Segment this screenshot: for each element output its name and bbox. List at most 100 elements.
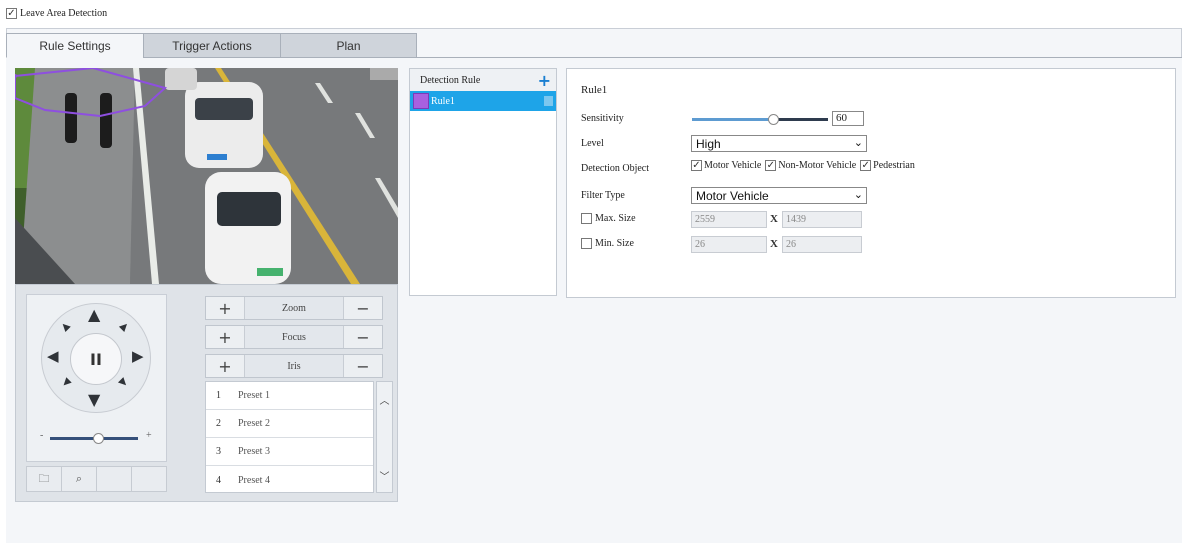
- iris-label: Iris: [244, 355, 344, 377]
- chevron-down-icon[interactable]: ﹀: [377, 466, 392, 484]
- preset-list: 1 Preset 1 2 Preset 2 3 Preset 3 4 Preset 4: [205, 381, 374, 493]
- focus-out-button[interactable]: −: [344, 326, 382, 348]
- max-size-label: Max. Size: [595, 213, 636, 224]
- speed-thumb[interactable]: [93, 433, 104, 444]
- tab-label: Plan: [336, 38, 361, 53]
- toolbar-button-3[interactable]: [97, 467, 132, 491]
- max-width-field[interactable]: 2559: [691, 211, 767, 228]
- sensitivity-input[interactable]: 60: [832, 111, 864, 126]
- list-item[interactable]: 2 Preset 2: [206, 410, 373, 438]
- preset-number: 2: [216, 418, 221, 429]
- max-size-checkbox[interactable]: [581, 213, 592, 224]
- focus-control: + Focus −: [205, 325, 383, 349]
- min-size-checkbox[interactable]: [581, 238, 592, 249]
- non-motor-vehicle-checkbox[interactable]: ✓: [765, 160, 777, 171]
- option-label: Non-Motor Vehicle: [778, 160, 857, 171]
- motor-vehicle-checkbox[interactable]: ✓: [691, 160, 702, 171]
- filter-type-value: Motor Vehicle: [696, 188, 769, 203]
- zoom-out-button[interactable]: −: [344, 297, 382, 319]
- zoom-area-icon[interactable]: ⌕: [62, 467, 97, 491]
- preset-name: Preset 3: [238, 446, 270, 457]
- iris-control: + Iris −: [205, 354, 383, 378]
- preset-name: Preset 4: [238, 474, 270, 486]
- traffic-scene-image: [15, 68, 398, 284]
- leave-area-detection-toggle[interactable]: ✓ Leave Area Detection: [6, 8, 107, 19]
- list-item[interactable]: 1 Preset 1: [206, 382, 373, 410]
- detection-rule-header: Detection Rule +: [410, 69, 556, 91]
- option-label: Pedestrian: [873, 160, 915, 171]
- option-label: Motor Vehicle: [704, 160, 762, 171]
- leave-area-detection-label: Leave Area Detection: [20, 8, 108, 19]
- min-width-field[interactable]: 26: [691, 236, 767, 253]
- motor-vehicle-option[interactable]: ✓ Motor Vehicle: [691, 160, 761, 171]
- filter-type-label: Filter Type: [581, 190, 625, 201]
- level-label: Level: [581, 138, 604, 149]
- ptz-bottom-toolbar: 🗀 ⌕: [26, 466, 167, 492]
- level-value: High: [696, 136, 721, 151]
- rule-color-swatch[interactable]: [413, 93, 429, 109]
- filter-type-select[interactable]: Motor Vehicle ⌄: [691, 187, 867, 204]
- speed-min-label: -: [40, 430, 44, 441]
- tab-trigger-actions[interactable]: Trigger Actions: [143, 33, 281, 58]
- rule-list-item[interactable]: Rule1: [410, 91, 556, 111]
- preset-number: 4: [216, 474, 221, 486]
- zoom-in-button[interactable]: +: [206, 297, 244, 319]
- size-separator: X: [770, 238, 778, 250]
- down-arrow-icon[interactable]: ▼: [88, 392, 100, 408]
- detection-object-label: Detection Object: [581, 163, 650, 174]
- sensitivity-slider[interactable]: [692, 113, 828, 125]
- pause-button[interactable]: II: [70, 333, 122, 385]
- toolbar-button-4[interactable]: [132, 467, 166, 491]
- rule-title: Rule1: [581, 84, 608, 96]
- chevron-down-icon: ⌄: [853, 136, 863, 149]
- sensitivity-thumb[interactable]: [768, 114, 779, 125]
- preset-scrollbar[interactable]: ︿ ﹀: [376, 381, 393, 493]
- iris-open-button[interactable]: +: [206, 355, 244, 377]
- detection-rule-list: Detection Rule + Rule1: [409, 68, 557, 296]
- video-preview[interactable]: [15, 68, 398, 284]
- ptz-speed-slider[interactable]: - +: [40, 430, 155, 444]
- min-size-label: Min. Size: [595, 238, 634, 249]
- list-item[interactable]: 4 Preset 4: [206, 466, 373, 494]
- min-size-toggle[interactable]: Min. Size: [581, 238, 634, 249]
- iris-close-button[interactable]: −: [344, 355, 382, 377]
- chevron-up-icon[interactable]: ︿: [377, 390, 392, 408]
- add-rule-icon[interactable]: +: [538, 71, 551, 90]
- preset-number: 1: [216, 390, 221, 401]
- pedestrian-option[interactable]: ✓ Pedestrian: [860, 160, 915, 171]
- focus-label: Focus: [244, 326, 344, 348]
- sensitivity-label: Sensitivity: [581, 113, 624, 124]
- zoom-label: Zoom: [244, 297, 344, 319]
- level-select[interactable]: High ⌄: [691, 135, 867, 152]
- size-separator: X: [770, 213, 778, 225]
- preset-name: Preset 1: [238, 390, 270, 401]
- list-item[interactable]: 3 Preset 3: [206, 438, 373, 466]
- detection-rule-title: Detection Rule: [420, 74, 481, 86]
- leave-area-detection-checkbox[interactable]: ✓: [6, 8, 17, 19]
- non-motor-vehicle-option[interactable]: ✓ Non-Motor Vehicle: [765, 160, 856, 171]
- pedestrian-checkbox[interactable]: ✓: [860, 160, 872, 171]
- right-arrow-icon[interactable]: ▶: [132, 349, 144, 364]
- max-height-field[interactable]: 1439: [782, 211, 862, 228]
- sensitivity-fill: [692, 118, 774, 121]
- pause-icon: II: [90, 349, 102, 369]
- focus-in-button[interactable]: +: [206, 326, 244, 348]
- delete-rule-icon[interactable]: [544, 96, 553, 106]
- min-height-field[interactable]: 26: [782, 236, 862, 253]
- chevron-down-icon: ⌄: [853, 188, 863, 201]
- rule-settings-panel: Rule1 Sensitivity 60 Level High ⌄ Detect…: [566, 68, 1176, 298]
- detection-object-group: ✓ Motor Vehicle ✓ Non-Motor Vehicle ✓ Pedes…: [691, 160, 919, 171]
- tab-label: Trigger Actions: [172, 38, 252, 53]
- preset-number: 3: [216, 446, 221, 457]
- rule-item-label: Rule1: [431, 95, 455, 107]
- speed-max-label: +: [146, 430, 152, 441]
- tab-plan[interactable]: Plan: [280, 33, 417, 58]
- snapshot-folder-icon[interactable]: 🗀: [27, 467, 62, 491]
- left-arrow-icon[interactable]: ◀: [47, 349, 59, 364]
- tab-rule-settings[interactable]: Rule Settings: [6, 33, 144, 58]
- zoom-control: + Zoom −: [205, 296, 383, 320]
- tab-label: Rule Settings: [39, 38, 111, 53]
- up-arrow-icon[interactable]: ▲: [88, 307, 100, 323]
- max-size-toggle[interactable]: Max. Size: [581, 213, 636, 224]
- preset-name: Preset 2: [238, 418, 270, 429]
